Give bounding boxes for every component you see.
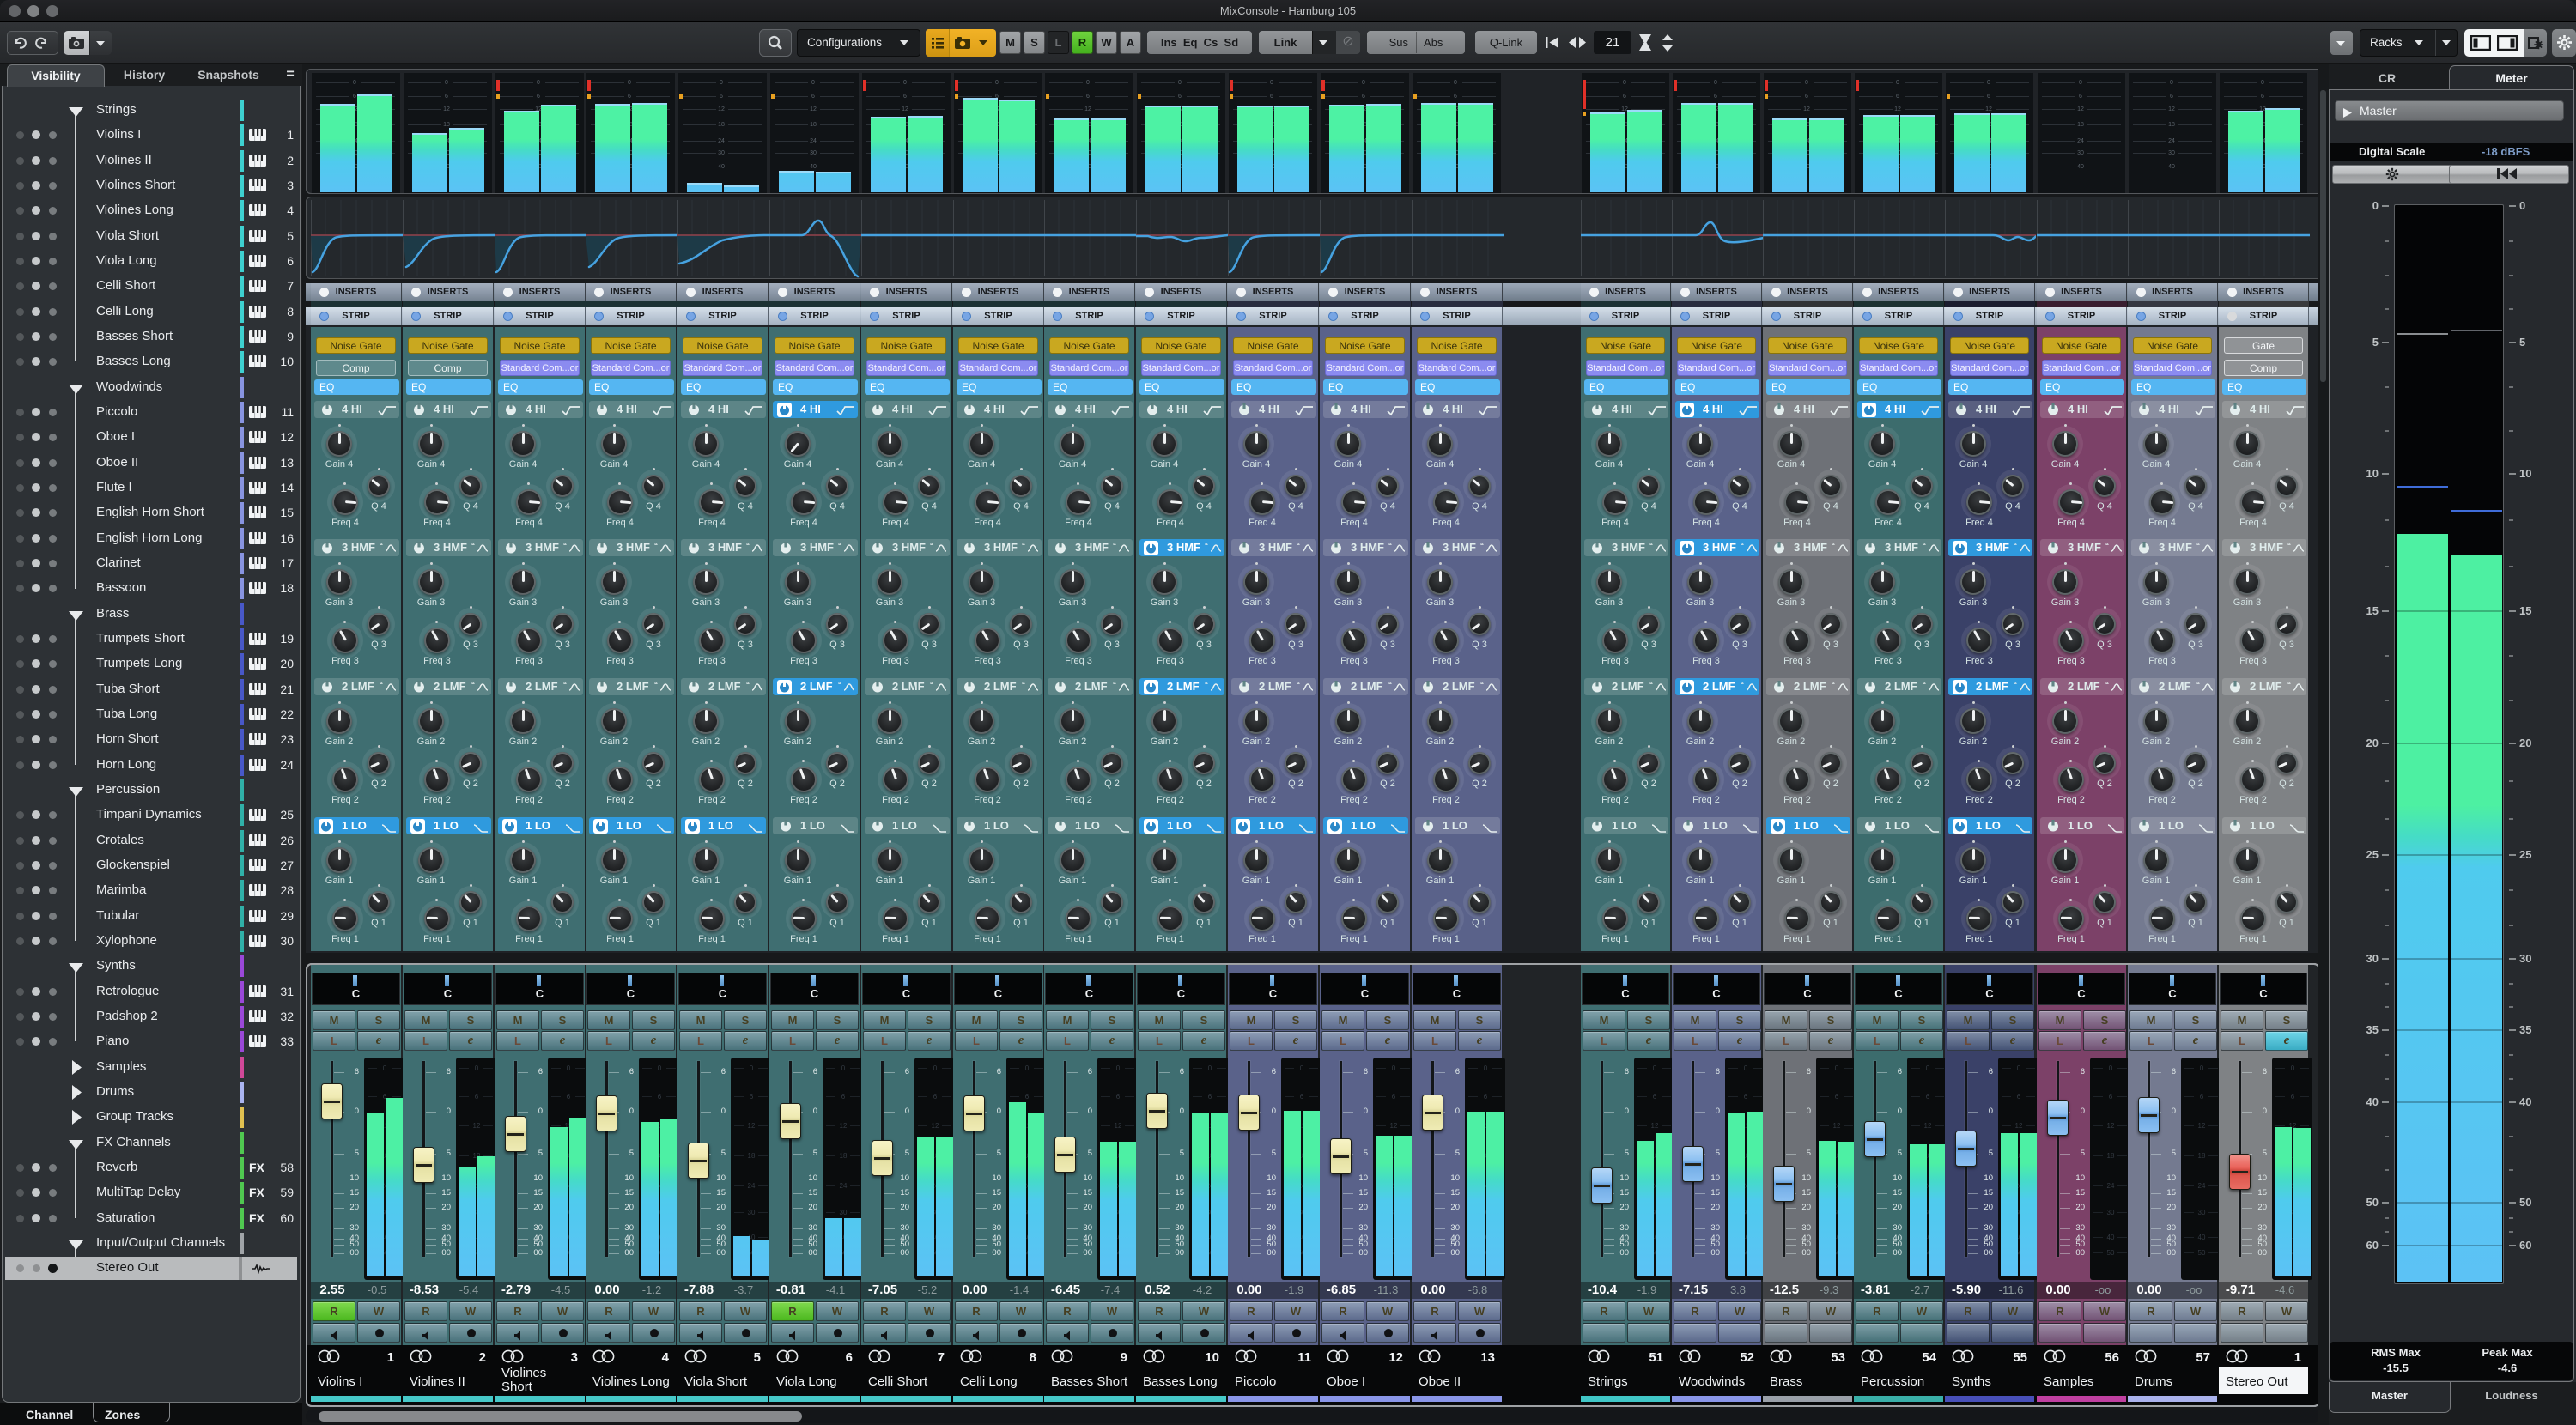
svg-text:“: “ [2196, 681, 2200, 688]
svg-text:“: “ [654, 681, 658, 688]
svg-text:“: “ [746, 681, 750, 688]
svg-text:“: “ [1205, 542, 1208, 549]
svg-text:“: “ [1649, 681, 1653, 688]
svg-text:“: “ [930, 681, 933, 688]
svg-text:“: “ [2196, 542, 2200, 549]
svg-text:“: “ [380, 681, 383, 688]
svg-text:“: “ [1113, 681, 1116, 688]
svg-text:“: “ [471, 681, 475, 688]
svg-text:“: “ [2105, 681, 2109, 688]
svg-text:“: “ [2287, 681, 2291, 688]
svg-text:“: “ [838, 681, 841, 688]
svg-text:“: “ [1297, 681, 1300, 688]
svg-text:“: “ [1388, 542, 1392, 549]
svg-text:“: “ [1113, 542, 1116, 549]
svg-text:“: “ [930, 542, 933, 549]
svg-text:“: “ [2287, 542, 2291, 549]
svg-text:“: “ [1649, 542, 1653, 549]
svg-text:“: “ [1022, 681, 1025, 688]
svg-text:“: “ [380, 542, 383, 549]
svg-text:“: “ [1480, 681, 1484, 688]
svg-text:“: “ [2105, 542, 2109, 549]
svg-text:“: “ [1832, 681, 1835, 688]
svg-text:“: “ [1297, 542, 1300, 549]
svg-text:“: “ [1205, 681, 1208, 688]
svg-text:“: “ [563, 681, 567, 688]
svg-text:“: “ [1388, 681, 1392, 688]
svg-text:“: “ [1741, 542, 1744, 549]
svg-text:“: “ [1022, 542, 1025, 549]
svg-text:“: “ [471, 542, 475, 549]
svg-text:“: “ [838, 542, 841, 549]
svg-text:“: “ [563, 542, 567, 549]
svg-text:“: “ [654, 542, 658, 549]
svg-text:“: “ [2014, 542, 2017, 549]
svg-text:“: “ [1741, 681, 1744, 688]
svg-text:“: “ [746, 542, 750, 549]
svg-text:“: “ [1832, 542, 1835, 549]
svg-text:“: “ [1923, 681, 1926, 688]
svg-text:“: “ [2014, 681, 2017, 688]
svg-text:“: “ [1480, 542, 1484, 549]
svg-text:“: “ [1923, 542, 1926, 549]
